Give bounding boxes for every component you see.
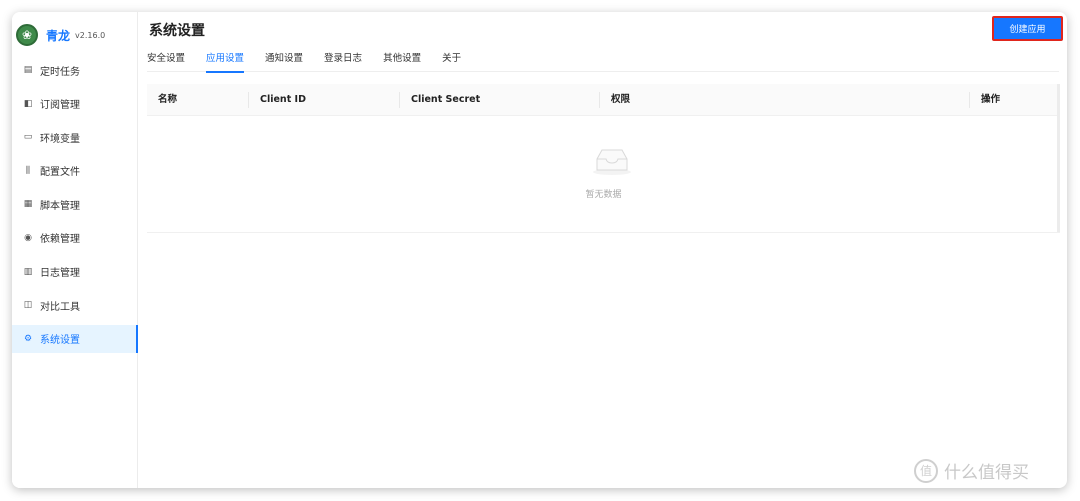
log-icon: ▥: [23, 266, 33, 277]
sidebar-item-label: 依赖管理: [40, 234, 80, 246]
sidebar-item-label: 日志管理: [40, 268, 80, 280]
sidebar-nav: ▤ 定时任务 ◧ 订阅管理 ▭ 环境变量 ⫼ 配置文件 ▦ 脚本管理 ◉ 依赖管…: [12, 56, 138, 358]
qinglong-logo-icon: ❀: [16, 24, 38, 46]
tab-login-log[interactable]: 登录日志: [324, 48, 362, 72]
brand[interactable]: ❀ 青龙 v2.16.0: [16, 24, 105, 46]
sidebar-item-cron[interactable]: ▤ 定时任务: [12, 56, 138, 84]
sidebar-item-label: 订阅管理: [40, 100, 80, 112]
tab-security[interactable]: 安全设置: [147, 48, 185, 72]
sidebar: ❀ 青龙 v2.16.0 ▤ 定时任务 ◧ 订阅管理 ▭ 环境变量 ⫼ 配置文件…: [12, 12, 138, 488]
sidebar-item-label: 定时任务: [40, 66, 80, 78]
column-header-client-secret[interactable]: Client Secret: [411, 84, 480, 116]
calendar-icon: ▤: [23, 65, 33, 75]
column-header-client-id[interactable]: Client ID: [260, 84, 306, 116]
sidebar-item-dependency[interactable]: ◉ 依赖管理: [12, 224, 138, 252]
empty-inbox-icon: [593, 149, 631, 175]
column-header-permissions[interactable]: 权限: [611, 84, 630, 116]
main-content: 系统设置 创建应用 安全设置 应用设置 通知设置 登录日志 其他设置 关于 名称…: [139, 12, 1067, 488]
diff-icon: ◫: [23, 300, 33, 311]
sidebar-item-subscription[interactable]: ◧ 订阅管理: [12, 90, 138, 118]
column-divider: [599, 92, 600, 108]
column-header-name[interactable]: 名称: [158, 84, 177, 116]
empty-text: 暂无数据: [585, 190, 622, 200]
column-divider: [248, 92, 249, 108]
zhide-logo-icon: 值: [914, 458, 938, 483]
app-name: 青龙: [46, 28, 71, 43]
page-title: 系统设置: [149, 23, 205, 39]
sidebar-item-label: 环境变量: [40, 133, 80, 145]
sidebar-item-label: 对比工具: [40, 301, 80, 313]
empty-state: 暂无数据: [147, 116, 1060, 233]
create-app-button[interactable]: 创建应用: [992, 16, 1063, 41]
sliders-icon: ⫼: [25, 165, 31, 176]
apps-table: 名称 Client ID Client Secret 权限 操作 暂无数据: [147, 84, 1060, 233]
sidebar-item-env[interactable]: ▭ 环境变量: [12, 123, 138, 151]
watermark-text: 什么值得买: [944, 463, 1029, 483]
monitor-icon: ▭: [23, 132, 33, 143]
sidebar-item-settings[interactable]: ⚙ 系统设置: [12, 324, 138, 353]
sidebar-item-diff[interactable]: ◫ 对比工具: [12, 291, 138, 319]
sidebar-item-label: 脚本管理: [40, 200, 80, 212]
settings-tabs: 安全设置 应用设置 通知设置 登录日志 其他设置 关于: [147, 48, 1059, 73]
app-version: v2.16.0: [75, 30, 106, 40]
sidebar-item-script[interactable]: ▦ 脚本管理: [12, 190, 138, 218]
table-header: 名称 Client ID Client Secret 权限 操作: [147, 84, 1057, 116]
subscription-icon: ◧: [23, 98, 33, 109]
watermark: 值 什么值得买: [914, 458, 1029, 483]
column-divider: [969, 92, 970, 108]
sidebar-item-config[interactable]: ⫼ 配置文件: [12, 157, 138, 185]
tab-notification[interactable]: 通知设置: [265, 48, 303, 72]
tab-applications[interactable]: 应用设置: [206, 48, 245, 73]
sidebar-item-log[interactable]: ▥ 日志管理: [12, 258, 138, 286]
script-icon: ▦: [23, 199, 33, 210]
tab-about[interactable]: 关于: [442, 48, 461, 72]
tab-other[interactable]: 其他设置: [383, 48, 421, 72]
column-divider: [399, 92, 400, 108]
settings-icon: ⚙: [23, 333, 33, 344]
app-window: ❀ 青龙 v2.16.0 ▤ 定时任务 ◧ 订阅管理 ▭ 环境变量 ⫼ 配置文件…: [12, 12, 1067, 488]
dependency-icon: ◉: [24, 232, 32, 243]
column-header-actions[interactable]: 操作: [981, 84, 1000, 116]
sidebar-item-label: 配置文件: [40, 167, 80, 179]
sidebar-item-label: 系统设置: [40, 335, 80, 347]
